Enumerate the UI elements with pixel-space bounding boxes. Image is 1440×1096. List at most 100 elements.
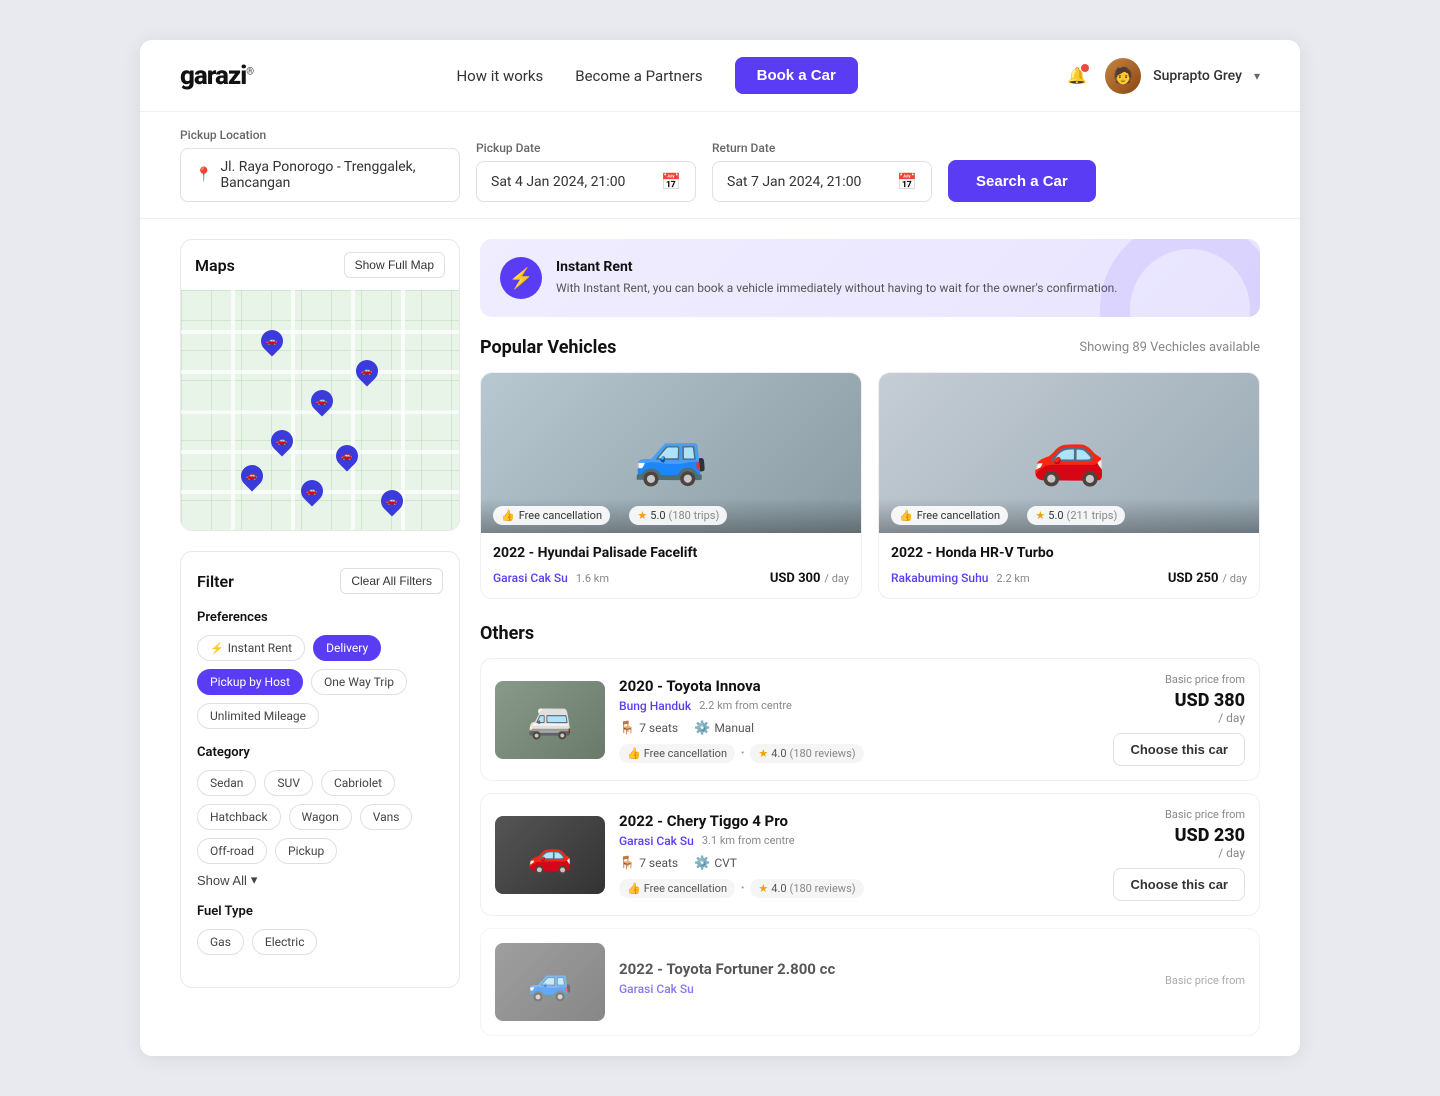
car-name: 2022 - Toyota Fortuner 2.800 cc [619,960,1151,978]
filter-tag-unlimited-mileage[interactable]: Unlimited Mileage [197,703,319,729]
seats-icon: 🪑 [619,856,635,871]
filter-tag-one-way-trip[interactable]: One Way Trip [311,669,407,695]
filter-tag-electric[interactable]: Electric [252,929,318,955]
logo: garazi® [180,61,253,91]
dot-separator: • [1016,510,1019,521]
transmission-spec: ⚙️ Manual [694,721,754,736]
pickup-date-input[interactable]: Sat 4 Jan 2024, 21:00 📅 [476,161,696,202]
map-road [231,290,235,530]
car-info: 2022 - Hyundai Palisade Facelift Garasi … [481,533,861,598]
provider-link[interactable]: Garasi Cak Su [493,571,568,585]
car-price-block: Basic price from USD 380 / day Choose th… [1113,673,1245,766]
filter-tag-instant-rent[interactable]: ⚡ Instant Rent [197,635,305,661]
star-icon: ★ [1035,509,1045,522]
pickup-date-field: Pickup Date Sat 4 Jan 2024, 21:00 📅 [476,141,696,202]
price-unit: / day [1113,846,1245,860]
rating-badge: ★ 5.0 (180 trips) [629,506,727,525]
car-image-palisade: 🚙 👍 Free cancellation • ★ 5.0 (180 trips… [481,373,861,533]
provider-link[interactable]: Garasi Cak Su [619,982,694,996]
search-car-button[interactable]: Search a Car [948,160,1096,202]
seats-spec: 🪑 7 seats [619,721,678,736]
filter-tag-vans[interactable]: Vans [360,804,413,830]
free-cancellation-badge: 👍 Free cancellation [493,506,610,525]
page-container: garazi® How it works Become a Partners B… [140,40,1300,1056]
chevron-down-icon[interactable]: ▾ [1254,69,1260,83]
provider-distance: 3.1 km from centre [702,834,795,847]
user-name: Suprapto Grey [1153,68,1242,84]
return-date-value: Sat 7 Jan 2024, 21:00 [727,174,861,190]
map-road [181,330,459,334]
popular-vehicles-title: Popular Vehicles [480,337,616,358]
filter-tag-pickup[interactable]: Pickup [275,838,337,864]
transmission-icon: ⚙️ [694,721,710,736]
instant-rent-banner: ⚡ Instant Rent With Instant Rent, you ca… [480,239,1260,317]
provider-distance: 1.6 km [576,572,609,585]
price-unit: / day [1222,572,1247,585]
instant-rent-text: Instant Rent With Instant Rent, you can … [556,259,1117,297]
list-item-tiggo[interactable]: 🚗 2022 - Chery Tiggo 4 Pro Garasi Cak Su… [480,793,1260,916]
category-tags: Sedan SUV Cabriolet Hatchback Wagon Vans… [197,770,443,864]
lightning-icon: ⚡ [210,642,224,655]
nav-how-it-works[interactable]: How it works [456,67,543,85]
avatar: 🧑 [1105,58,1141,94]
list-item-fortuner[interactable]: 🚙 2022 - Toyota Fortuner 2.800 cc Garasi… [480,928,1260,1036]
pickup-location-input[interactable]: 📍 Jl. Raya Ponorogo - Trenggalek, Bancan… [180,148,460,202]
car-card-palisade[interactable]: 🚙 👍 Free cancellation • ★ 5.0 (180 trips… [480,372,862,599]
sidebar: Maps Show Full Map [180,239,460,1036]
filter-title: Filter [197,572,234,591]
filter-tag-off-road[interactable]: Off-road [197,838,267,864]
filter-tag-wagon[interactable]: Wagon [289,804,352,830]
price-label: Basic price from [1113,808,1245,821]
return-date-input[interactable]: Sat 7 Jan 2024, 21:00 📅 [712,161,932,202]
filter-tag-cabriolet[interactable]: Cabriolet [321,770,395,796]
filter-tag-pickup-by-host[interactable]: Pickup by Host [197,669,303,695]
popular-vehicles-grid: 🚙 👍 Free cancellation • ★ 5.0 (180 trips… [480,372,1260,599]
car-thumbnail-fortuner: 🚙 [495,943,605,1021]
show-full-map-button[interactable]: Show Full Map [344,252,445,278]
thumbs-up-icon: 👍 [627,882,641,895]
transmission-icon: ⚙️ [694,856,710,871]
main-content: Maps Show Full Map [140,219,1300,1056]
notification-icon[interactable]: 🔔 [1061,60,1093,92]
notification-dot [1081,64,1089,72]
filter-tag-delivery[interactable]: Delivery [313,635,381,661]
fuel-tags: Gas Electric [197,929,443,955]
book-car-button[interactable]: Book a Car [735,57,858,94]
car-image-hrv: 🚗 👍 Free cancellation • ★ 5.0 (211 trips… [879,373,1259,533]
show-all-button[interactable]: Show All ▾ [197,872,257,888]
car-price: USD 250 [1168,571,1219,586]
provider-link[interactable]: Rakabuming Suhu [891,571,988,585]
car-provider-row: Garasi Cak Su 1.6 km USD 300 / day [493,567,849,586]
seats-spec: 🪑 7 seats [619,856,678,871]
popular-vehicles-header: Popular Vehicles Showing 89 Vechicles av… [480,337,1260,358]
category-title: Category [197,745,443,760]
provider-link[interactable]: Bung Handuk [619,699,691,713]
filter-tag-gas[interactable]: Gas [197,929,244,955]
provider-info: Garasi Cak Su [619,982,1151,996]
nav: How it works Become a Partners Book a Ca… [456,57,857,94]
list-item-innova[interactable]: 🚐 2020 - Toyota Innova Bung Handuk 2.2 k… [480,658,1260,781]
map-road [181,370,459,374]
free-cancellation-badge: 👍 Free cancellation [891,506,1008,525]
provider-link[interactable]: Garasi Cak Su [619,834,694,848]
price-value: USD 380 [1113,690,1245,711]
nav-become-partners[interactable]: Become a Partners [575,67,702,85]
price-label: Basic price from [1113,673,1245,686]
clear-all-filters-button[interactable]: Clear All Filters [340,568,443,594]
choose-car-button[interactable]: Choose this car [1113,868,1245,901]
filter-tag-suv[interactable]: SUV [264,770,313,796]
car-price: USD 300 [770,571,821,586]
filter-tag-hatchback[interactable]: Hatchback [197,804,281,830]
instant-rent-icon: ⚡ [500,257,542,299]
car-name: 2022 - Honda HR-V Turbo [891,545,1247,561]
car-price-block: Basic price from USD 230 / day Choose th… [1113,808,1245,901]
filter-tag-sedan[interactable]: Sedan [197,770,256,796]
rating-badge: ★ 5.0 (211 trips) [1027,506,1125,525]
map-placeholder [181,290,459,530]
choose-car-button[interactable]: Choose this car [1113,733,1245,766]
car-card-hrv[interactable]: 🚗 👍 Free cancellation • ★ 5.0 (211 trips… [878,372,1260,599]
transmission-spec: ⚙️ CVT [694,856,737,871]
header: garazi® How it works Become a Partners B… [140,40,1300,112]
car-details-fortuner: 2022 - Toyota Fortuner 2.800 cc Garasi C… [619,960,1151,1004]
thumbs-up-icon: 👍 [501,509,515,522]
